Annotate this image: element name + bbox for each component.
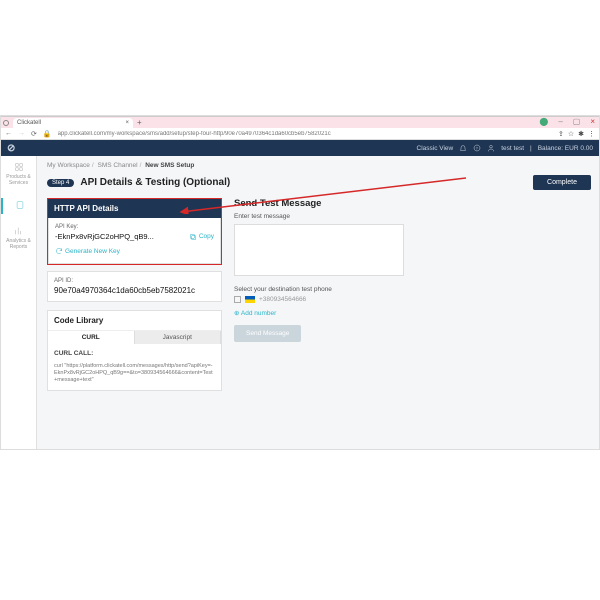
code-heading: CURL CALL: — [54, 350, 215, 357]
window-tool-icon[interactable]: ⬤ — [539, 117, 548, 126]
classic-view-link[interactable]: Classic View — [417, 145, 454, 152]
left-rail: Products & Services Analytics & Reports — [1, 156, 37, 449]
message-label: Enter test message — [234, 213, 591, 220]
breadcrumb: My Workspace/ SMS Channel/ New SMS Setup — [47, 162, 591, 169]
browser-tab[interactable]: Clickatell × — [13, 118, 133, 128]
bell-icon[interactable] — [459, 144, 467, 152]
menu-icon[interactable]: ⋮ — [588, 130, 595, 138]
step-badge: Step 4 — [47, 179, 74, 187]
panel-title: HTTP API Details — [48, 199, 221, 218]
share-icon[interactable]: ⇪ — [558, 130, 564, 138]
user-avatar-icon[interactable] — [487, 144, 495, 152]
api-key-label: API Key: — [55, 224, 214, 230]
address-bar[interactable]: app.clickatell.com/my-workspace/sms/add/… — [58, 131, 552, 137]
send-test-heading: Send Test Message — [234, 198, 591, 209]
nav-fwd-icon[interactable]: → — [18, 130, 25, 137]
send-message-button[interactable]: Send Message — [234, 325, 301, 342]
rail-analytics[interactable]: Analytics & Reports — [1, 224, 36, 252]
user-name[interactable]: test test — [501, 145, 524, 152]
code-sample: curl "https://platform.clickatell.com/me… — [54, 363, 215, 384]
crumb-current: New SMS Setup — [145, 162, 194, 169]
copy-button[interactable]: Copy — [189, 233, 214, 241]
window-maximize-icon[interactable]: ▢ — [573, 117, 581, 126]
nav-back-icon[interactable]: ← — [5, 130, 12, 137]
svg-text:?: ? — [476, 146, 479, 151]
new-tab-button[interactable]: + — [137, 118, 142, 127]
generate-key-link[interactable]: Generate New Key — [55, 247, 120, 255]
crumb-workspace[interactable]: My Workspace — [47, 162, 90, 169]
crumb-channel[interactable]: SMS Channel — [98, 162, 138, 169]
phone-number: +380934564666 — [259, 296, 306, 303]
phone-checkbox[interactable] — [234, 296, 241, 303]
help-icon[interactable]: ? — [473, 144, 481, 152]
flag-icon — [245, 296, 255, 303]
page-title: API Details & Testing (Optional) — [80, 177, 230, 188]
add-number-link[interactable]: ⊕ Add number — [234, 309, 591, 317]
message-textarea[interactable] — [234, 224, 404, 276]
api-id-label: API ID: — [54, 278, 215, 284]
code-library-title: Code Library — [48, 311, 221, 331]
window-close-icon[interactable]: × — [590, 117, 595, 126]
star-icon[interactable]: ☆ — [568, 130, 574, 138]
tab-title: Clickatell — [17, 120, 41, 126]
nav-reload-icon[interactable]: ⟳ — [31, 130, 37, 138]
app-icon — [3, 120, 9, 126]
destination-label: Select your destination test phone — [234, 286, 591, 293]
complete-button[interactable]: Complete — [533, 175, 591, 190]
extensions-icon[interactable]: ✱ — [578, 130, 584, 138]
close-tab-icon[interactable]: × — [125, 120, 129, 126]
api-key-value: -EknPx8vRjGC2oHPQ_qB9... — [55, 232, 154, 241]
balance-text: Balance: EUR 0.00 — [538, 145, 593, 152]
window-minimize-icon[interactable]: – — [558, 117, 562, 126]
brand-logo[interactable]: ⊘ — [7, 143, 14, 154]
lock-icon: 🔒 — [43, 130, 52, 138]
rail-products[interactable]: Products & Services — [1, 160, 36, 188]
code-library-panel: Code Library CURL Javascript CURL CALL: … — [47, 310, 222, 391]
rail-current[interactable] — [1, 198, 36, 214]
tab-curl[interactable]: CURL — [48, 331, 135, 344]
api-id-panel: API ID: 90e70a4970364c1da60cb5eb7582021c — [47, 271, 222, 302]
tab-javascript[interactable]: Javascript — [135, 331, 222, 344]
api-id-value: 90e70a4970364c1da60cb5eb7582021c — [54, 286, 215, 295]
http-api-panel: HTTP API Details API Key: -EknPx8vRjGC2o… — [47, 198, 222, 265]
